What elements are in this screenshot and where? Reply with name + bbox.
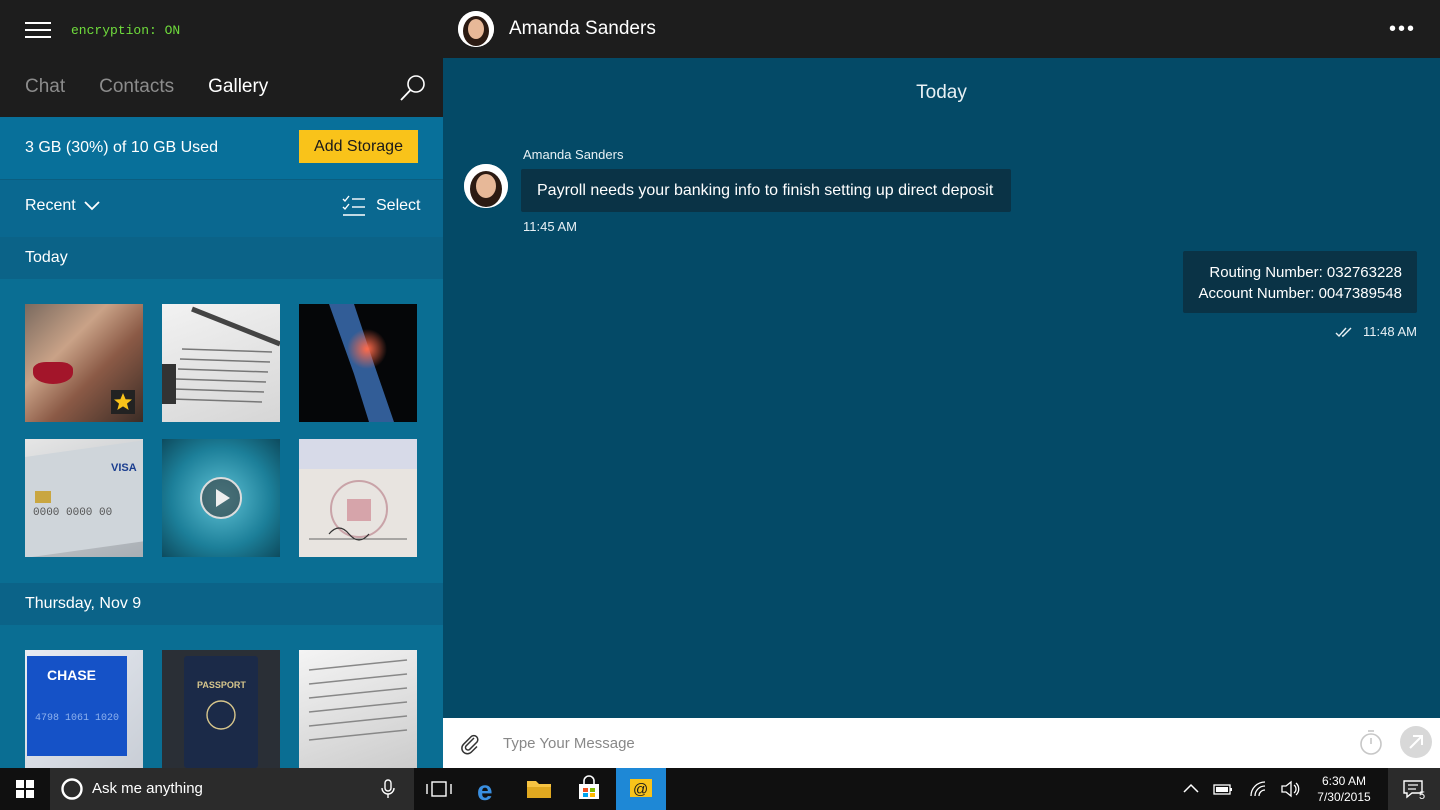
message-thread: Today Amanda Sanders Payroll needs your …	[443, 58, 1440, 718]
svg-text:@: @	[633, 781, 648, 798]
read-receipt-icon	[1335, 327, 1352, 337]
tab-gallery[interactable]: Gallery	[208, 76, 268, 98]
start-button[interactable]	[0, 768, 50, 810]
gallery-pane: encryption: ON Chat Contacts Gallery 3 G…	[0, 0, 443, 768]
file-explorer-icon[interactable]	[514, 768, 564, 810]
message-composer	[443, 718, 1440, 768]
taskbar: Ask me anything e @ 6:30 AM 7/30/2015 5	[0, 768, 1440, 810]
chase-card-image: CHASE 4798 1061 1020	[27, 656, 127, 756]
message-line: Routing Number: 032763228	[1209, 264, 1402, 281]
contact-name: Amanda Sanders	[509, 18, 656, 39]
credit-card-image: VISA 0000 0000 00	[25, 440, 143, 557]
svg-text:4798 1061 1020: 4798 1061 1020	[35, 713, 119, 724]
clock-time: 6:30 AM	[1321, 774, 1367, 788]
gallery-thumbnail[interactable]	[162, 439, 280, 557]
passport-image: PASSPORT	[184, 656, 258, 768]
clock-date: 7/30/2015	[1317, 790, 1371, 804]
favorite-star-icon	[111, 390, 135, 414]
edge-browser-icon[interactable]: e	[464, 768, 514, 810]
outgoing-message-bubble[interactable]: Routing Number: 032763228 Account Number…	[1183, 251, 1417, 313]
section-header-thursday: Thursday, Nov 9	[0, 583, 443, 625]
chevron-down-icon	[84, 201, 100, 211]
svg-text:e: e	[477, 775, 493, 806]
tab-chat[interactable]: Chat	[25, 76, 65, 98]
gallery-thumbnail[interactable]	[299, 439, 417, 557]
xray-image	[329, 304, 394, 422]
cortana-search-box[interactable]: Ask me anything	[50, 768, 414, 810]
select-label: Select	[376, 197, 421, 214]
gallery-thumbnail[interactable]	[299, 650, 417, 768]
store-icon[interactable]	[564, 768, 614, 810]
svg-text:0000 0000 00: 0000 0000 00	[33, 507, 112, 519]
gallery-thumbnail[interactable]: PASSPORT	[162, 650, 280, 768]
svg-text:CHASE: CHASE	[47, 667, 96, 683]
paperclip-icon[interactable]	[459, 733, 481, 755]
conversation-header: Amanda Sanders •••	[443, 0, 1440, 58]
task-view-icon[interactable]	[414, 768, 464, 810]
gallery-thumbnail[interactable]	[25, 304, 143, 422]
social-security-card-image	[299, 439, 417, 541]
message-line: Account Number: 0047389548	[1198, 285, 1402, 302]
gallery-thumbnail[interactable]: CHASE 4798 1061 1020	[25, 650, 143, 768]
hamburger-menu-icon[interactable]	[25, 22, 51, 40]
gallery-thumbnail[interactable]	[299, 304, 417, 422]
volume-icon[interactable]	[1279, 778, 1301, 800]
battery-icon[interactable]	[1212, 778, 1234, 800]
tab-contacts[interactable]: Contacts	[99, 76, 174, 98]
avatar[interactable]	[458, 11, 494, 47]
section-header-today: Today	[0, 237, 443, 279]
svg-text:VISA: VISA	[111, 462, 137, 474]
cortana-circle-icon	[61, 778, 83, 800]
document-image	[162, 306, 280, 404]
system-clock[interactable]: 6:30 AM 7/30/2015	[1302, 773, 1386, 805]
gallery-thumbnail[interactable]	[162, 304, 280, 422]
send-button[interactable]	[1400, 726, 1432, 758]
more-options-icon[interactable]: •••	[1389, 18, 1416, 41]
add-storage-button[interactable]: Add Storage	[299, 130, 418, 163]
message-timestamp: 11:48 AM	[1363, 324, 1417, 339]
send-arrow-icon	[1409, 735, 1423, 749]
search-text: Ask me anything	[92, 780, 203, 797]
search-icon[interactable]	[398, 73, 428, 103]
avatar[interactable]	[464, 164, 508, 208]
messaging-app-icon[interactable]: @	[616, 768, 666, 810]
action-center-button[interactable]: 5	[1388, 768, 1440, 810]
encryption-status: encryption: ON	[71, 23, 181, 38]
select-button[interactable]: Select	[342, 195, 420, 217]
incoming-message-bubble[interactable]: Payroll needs your banking info to finis…	[521, 169, 1011, 212]
left-header: encryption: ON Chat Contacts Gallery	[0, 0, 443, 117]
thumbnail-detail	[33, 362, 73, 384]
recent-filter-label: Recent	[25, 197, 76, 214]
statement-image	[308, 659, 408, 741]
wifi-icon[interactable]	[1247, 778, 1269, 800]
windows-logo-icon	[16, 780, 34, 798]
recent-filter-dropdown[interactable]: Recent	[25, 197, 100, 215]
microphone-icon[interactable]	[380, 779, 396, 799]
message-input[interactable]	[503, 728, 1323, 758]
play-video-icon[interactable]	[200, 477, 242, 519]
message-timestamp: 11:45 AM	[523, 219, 577, 234]
nav-tabs: Chat Contacts Gallery	[25, 76, 268, 98]
outgoing-message-status: 11:48 AM	[1335, 324, 1417, 339]
timer-icon[interactable]	[1357, 729, 1385, 757]
checklist-icon	[342, 195, 365, 216]
gallery-filter-bar: Recent Select	[0, 179, 443, 237]
message-sender: Amanda Sanders	[523, 147, 624, 162]
day-separator: Today	[916, 82, 967, 103]
svg-text:PASSPORT: PASSPORT	[197, 680, 246, 690]
notification-count: 5	[1419, 790, 1426, 802]
storage-usage-text: 3 GB (30%) of 10 GB Used	[25, 139, 218, 156]
show-hidden-icons-chevron-icon[interactable]	[1180, 778, 1202, 800]
gallery-thumbnail[interactable]: VISA 0000 0000 00	[25, 439, 143, 557]
